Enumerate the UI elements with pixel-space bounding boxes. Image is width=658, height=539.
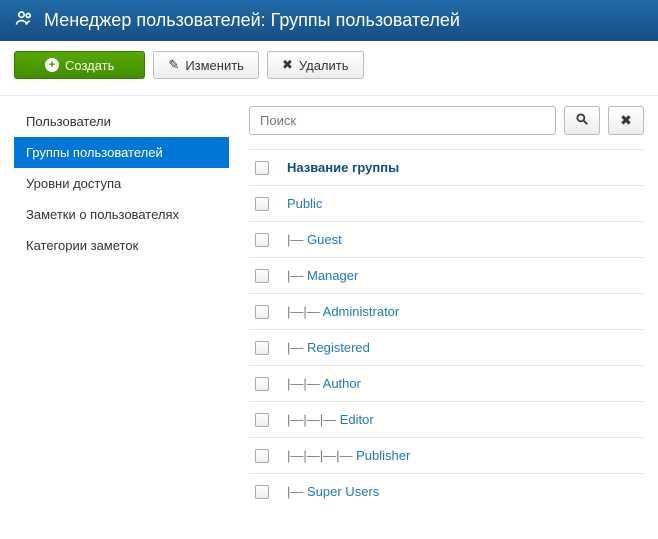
table-row: |—|—|—|— Publisher — [249, 437, 644, 473]
group-name-cell: |— Manager — [287, 268, 638, 283]
search-input[interactable] — [249, 106, 556, 135]
plus-icon: + — [45, 58, 59, 72]
delete-button[interactable]: ✖ Удалить — [267, 51, 364, 79]
sidebar-item[interactable]: Заметки о пользователях — [14, 199, 229, 230]
group-name-link[interactable]: Super Users — [307, 484, 379, 499]
column-header-name[interactable]: Название группы — [287, 160, 638, 175]
sidebar-item[interactable]: Группы пользователей — [14, 137, 229, 168]
row-checkbox[interactable] — [255, 377, 269, 391]
group-name-cell: |—|— Administrator — [287, 304, 638, 319]
table-row: |— Super Users — [249, 473, 644, 509]
row-checkbox[interactable] — [255, 269, 269, 283]
tree-prefix: |—|— — [287, 376, 323, 391]
group-name-cell: |— Guest — [287, 232, 638, 247]
sidebar-item[interactable]: Пользователи — [14, 106, 229, 137]
group-name-link[interactable]: Registered — [307, 340, 370, 355]
table-header: Название группы — [249, 149, 644, 185]
row-checkbox[interactable] — [255, 413, 269, 427]
table-body: Public|— Guest|— Manager|—|— Administrat… — [249, 185, 644, 509]
search-icon — [575, 112, 589, 129]
delete-icon: ✖ — [282, 57, 293, 73]
edit-button[interactable]: ✎ Изменить — [153, 51, 259, 79]
group-name-link[interactable]: Public — [287, 196, 322, 211]
table-row: |—|— Author — [249, 365, 644, 401]
tree-prefix: |—|—|— — [287, 412, 340, 427]
group-name-link[interactable]: Editor — [340, 412, 374, 427]
group-name-cell: |—|—|— Editor — [287, 412, 638, 427]
group-name-cell: |—|— Author — [287, 376, 638, 391]
row-checkbox[interactable] — [255, 197, 269, 211]
toolbar: + Создать ✎ Изменить ✖ Удалить — [0, 41, 658, 96]
table-row: |— Manager — [249, 257, 644, 293]
tree-prefix: |— — [287, 484, 307, 499]
content: ПользователиГруппы пользователейУровни д… — [0, 96, 658, 539]
main: ✖ Название группы Public|— Guest|— Manag… — [249, 106, 644, 509]
tree-prefix: |— — [287, 232, 307, 247]
search-button[interactable] — [564, 106, 600, 135]
group-name-link[interactable]: Manager — [307, 268, 358, 283]
edit-icon: ✎ — [168, 57, 179, 73]
group-name-cell: Public — [287, 196, 638, 211]
table-row: |—|— Administrator — [249, 293, 644, 329]
sidebar-item[interactable]: Категории заметок — [14, 230, 229, 261]
users-icon — [14, 8, 34, 33]
group-name-link[interactable]: Guest — [307, 232, 342, 247]
row-checkbox[interactable] — [255, 449, 269, 463]
row-checkbox[interactable] — [255, 305, 269, 319]
tree-prefix: |— — [287, 340, 307, 355]
group-name-cell: |— Registered — [287, 340, 638, 355]
tree-prefix: |—|— — [287, 304, 323, 319]
delete-button-label: Удалить — [299, 58, 349, 73]
search-bar: ✖ — [249, 106, 644, 135]
group-name-cell: |— Super Users — [287, 484, 638, 499]
page-title: Менеджер пользователей: Группы пользоват… — [44, 10, 460, 31]
group-name-link[interactable]: Publisher — [356, 448, 410, 463]
create-button-label: Создать — [65, 58, 114, 73]
page-header: Менеджер пользователей: Группы пользоват… — [0, 0, 658, 41]
group-name-cell: |—|—|—|— Publisher — [287, 448, 638, 463]
row-checkbox[interactable] — [255, 341, 269, 355]
group-name-link[interactable]: Author — [323, 376, 361, 391]
tree-prefix: |— — [287, 268, 307, 283]
row-checkbox[interactable] — [255, 233, 269, 247]
table-row: |— Guest — [249, 221, 644, 257]
close-icon: ✖ — [620, 112, 632, 129]
row-checkbox[interactable] — [255, 485, 269, 499]
select-all-checkbox[interactable] — [255, 161, 269, 175]
tree-prefix: |—|—|—|— — [287, 448, 356, 463]
sidebar: ПользователиГруппы пользователейУровни д… — [14, 106, 229, 261]
table-row: |—|—|— Editor — [249, 401, 644, 437]
table-row: |— Registered — [249, 329, 644, 365]
table-row: Public — [249, 185, 644, 221]
create-button[interactable]: + Создать — [14, 51, 145, 79]
group-name-link[interactable]: Administrator — [323, 304, 400, 319]
sidebar-item[interactable]: Уровни доступа — [14, 168, 229, 199]
clear-search-button[interactable]: ✖ — [608, 106, 644, 135]
edit-button-label: Изменить — [185, 58, 244, 73]
